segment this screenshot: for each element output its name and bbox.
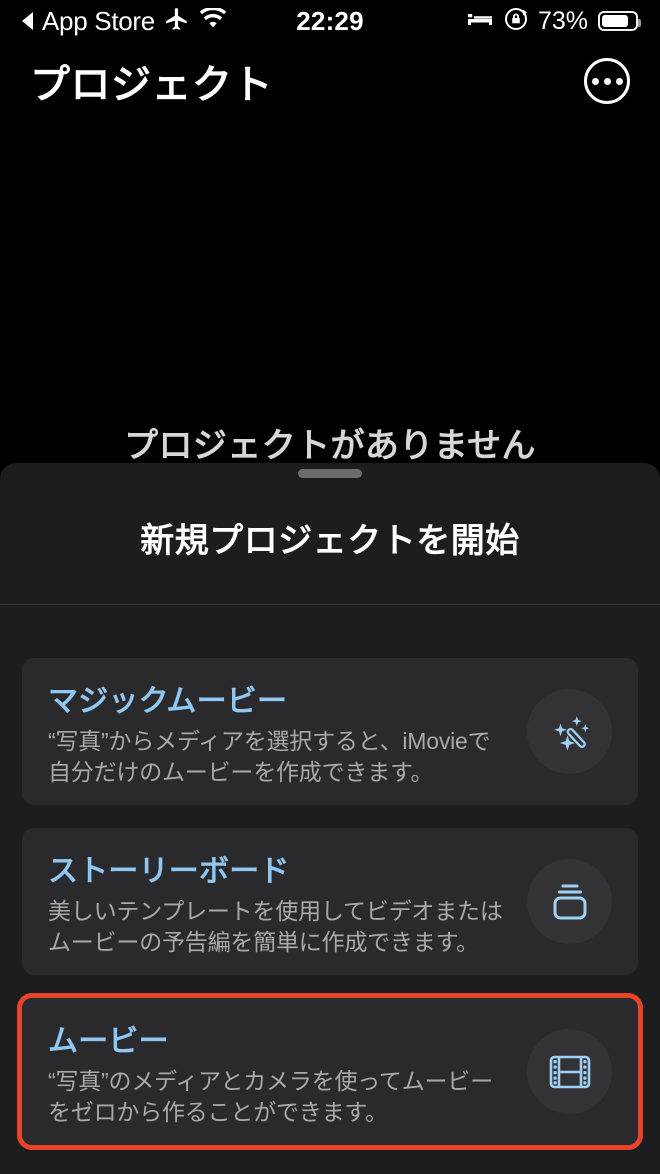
- film-strip-icon: [527, 1029, 612, 1114]
- airplane-mode-icon: [164, 6, 190, 37]
- status-bar-right: 73%: [466, 6, 641, 36]
- project-option-title: マジックムービー: [48, 685, 288, 719]
- sheet-divider: [0, 604, 660, 605]
- sheet-grabber-handle[interactable]: [298, 469, 362, 478]
- project-option-text: ストーリーボード 美しいテンプレートを使用してビデオまたは ムービーの予告編を簡…: [48, 846, 527, 957]
- sleep-focus-icon: [466, 8, 494, 35]
- desc-line-2: 自分だけのムービーを作成できます。: [48, 758, 434, 785]
- back-triangle-icon[interactable]: [22, 12, 33, 30]
- navigation-bar: プロジェクト: [0, 42, 660, 120]
- desc-line-1: “写真”のメディアとカメラを使ってムービー: [48, 1068, 493, 1095]
- new-project-sheet: 新規プロジェクトを開始 マジックムービー “写真”からメディアを選択すると、iM…: [0, 463, 660, 1174]
- magic-wand-sparkles-icon: [527, 689, 612, 774]
- project-option-title: ストーリーボード: [48, 855, 290, 889]
- project-type-list: マジックムービー “写真”からメディアを選択すると、iMovieで 自分だけのム…: [17, 658, 643, 1168]
- page-title: プロジェクト: [30, 63, 273, 107]
- battery-icon: [598, 11, 641, 31]
- sheet-title: 新規プロジェクトを開始: [140, 522, 520, 560]
- project-option-description: 美しいテンプレートを使用してビデオまたは ムービーの予告編を簡単に作成できます。: [48, 896, 519, 957]
- project-option-storyboard[interactable]: ストーリーボード 美しいテンプレートを使用してビデオまたは ムービーの予告編を簡…: [22, 828, 638, 975]
- status-bar: App Store 22:29 73%: [0, 0, 660, 42]
- status-bar-left: App Store: [22, 6, 227, 37]
- project-option-title: ムービー: [48, 1025, 169, 1059]
- desc-line-1: 美しいテンプレートを使用してビデオまたは: [48, 898, 503, 925]
- storyboard-stack-icon: [527, 859, 612, 944]
- project-option-magic-movie[interactable]: マジックムービー “写真”からメディアを選択すると、iMovieで 自分だけのム…: [22, 658, 638, 805]
- desc-line-2: ムービーの予告編を簡単に作成できます。: [48, 928, 479, 955]
- empty-state-message: プロジェクトがありません: [124, 427, 536, 465]
- status-bar-return-app-label[interactable]: App Store: [42, 6, 155, 37]
- project-option-text: ムービー “写真”のメディアとカメラを使ってムービー をゼロから作ることができま…: [48, 1016, 527, 1127]
- battery-percentage-label: 73%: [537, 6, 588, 35]
- project-option-description: “写真”からメディアを選択すると、iMovieで 自分だけのムービーを作成できま…: [48, 726, 519, 787]
- desc-line-1: “写真”からメディアを選択すると、iMovieで: [48, 728, 491, 755]
- project-option-movie[interactable]: ムービー “写真”のメディアとカメラを使ってムービー をゼロから作ることができま…: [17, 993, 643, 1150]
- wifi-icon: [199, 6, 227, 35]
- desc-line-2: をゼロから作ることができます。: [48, 1098, 388, 1125]
- status-bar-clock: 22:29: [296, 5, 364, 36]
- project-option-description: “写真”のメディアとカメラを使ってムービー をゼロから作ることができます。: [48, 1066, 519, 1127]
- more-ellipsis-icon[interactable]: [584, 58, 630, 104]
- imovie-projects-screen: App Store 22:29 73% プロジェクト プロジェクトがありません …: [0, 0, 660, 1174]
- rotation-lock-icon: [504, 7, 528, 36]
- project-option-text: マジックムービー “写真”からメディアを選択すると、iMovieで 自分だけのム…: [48, 676, 527, 787]
